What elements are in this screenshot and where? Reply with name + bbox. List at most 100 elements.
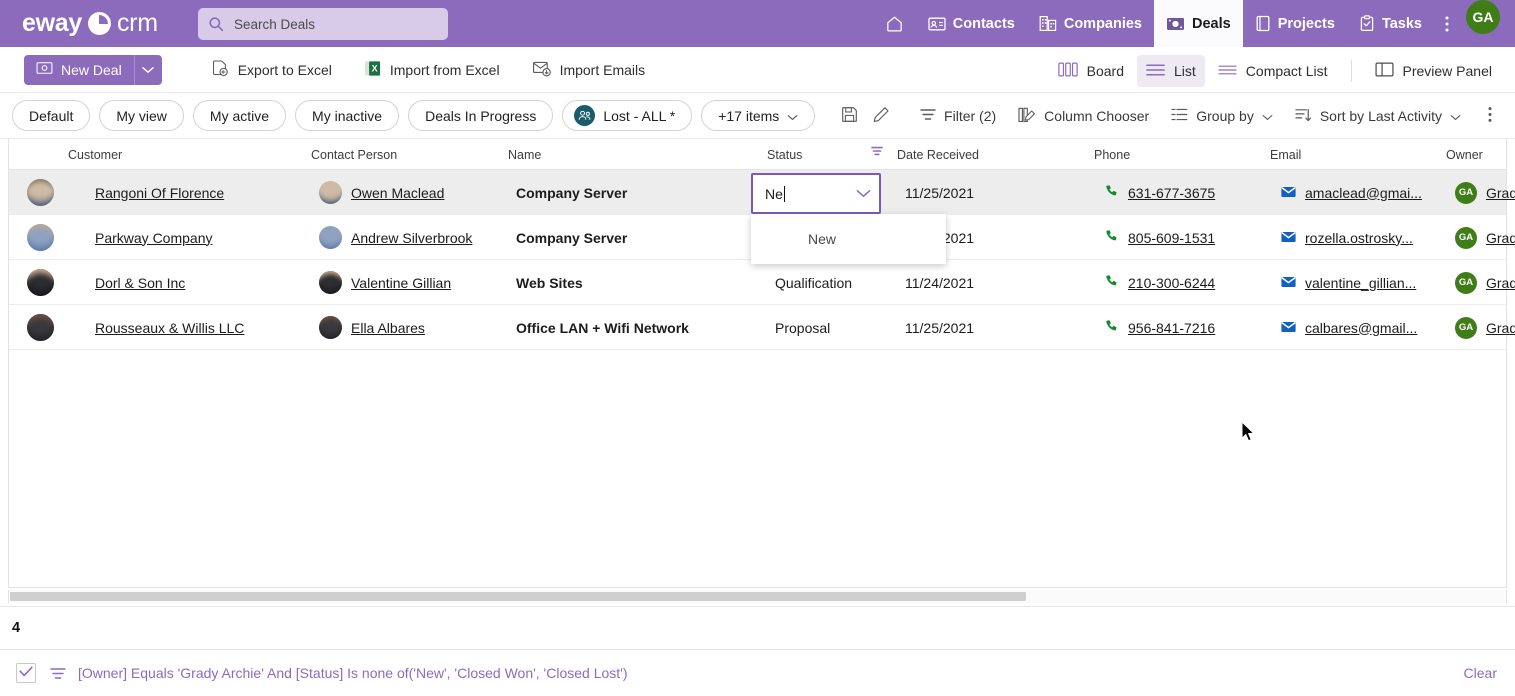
compact-list-icon (1218, 63, 1237, 80)
status-option-new[interactable]: New (751, 214, 946, 264)
column-header-phone[interactable]: Phone (1094, 139, 1130, 170)
new-deal-dropdown-button[interactable] (133, 54, 162, 85)
nav-companies[interactable]: Companies (1027, 0, 1154, 47)
email-link[interactable]: amaclead@gmai... (1305, 185, 1422, 201)
phone-link[interactable]: 805-609-1531 (1128, 230, 1215, 246)
owner-link[interactable]: Grady (1486, 275, 1515, 291)
search-box[interactable] (198, 8, 448, 40)
horizontal-scrollbar[interactable] (8, 590, 1507, 603)
import-emails-button[interactable]: Import Emails (523, 54, 655, 86)
filter-enabled-checkbox[interactable] (16, 663, 36, 683)
phone-link[interactable]: 631-677-3675 (1128, 185, 1215, 201)
edit-view-button[interactable] (866, 101, 896, 131)
cell-customer[interactable]: Rousseaux & Willis LLC (27, 305, 307, 350)
app-logo[interactable]: eway crm (22, 0, 158, 47)
import-from-excel-button[interactable]: X Import from Excel (355, 54, 509, 86)
column-header-customer[interactable]: Customer (68, 139, 122, 170)
view-actions (834, 101, 896, 131)
table-row[interactable]: Rousseaux & Willis LLC Ella Albares Offi… (9, 305, 1515, 350)
owner-link[interactable]: Grady (1486, 230, 1515, 246)
email-link[interactable]: calbares@gmail... (1305, 320, 1417, 336)
kebab-menu-icon[interactable] (1434, 0, 1460, 47)
group-by-button[interactable]: Group by (1163, 101, 1281, 131)
export-to-excel-button[interactable]: Export to Excel (202, 54, 341, 86)
owner-link[interactable]: Grady (1486, 185, 1515, 201)
contact-person-link[interactable]: Valentine Gillian (351, 275, 451, 291)
cell-phone[interactable]: 805-609-1531 (1105, 215, 1270, 260)
chevron-down-icon[interactable] (856, 185, 871, 203)
cell-contact-person[interactable]: Valentine Gillian (319, 260, 509, 305)
status-dropdown-list[interactable]: New (751, 214, 946, 264)
new-deal-button[interactable]: New Deal (24, 54, 134, 85)
cell-email[interactable]: rozella.ostrosky... (1281, 215, 1451, 260)
table-row[interactable]: Dorl & Son Inc Valentine Gillian Web Sit… (9, 260, 1515, 305)
contact-person-link[interactable]: Owen Maclead (351, 185, 444, 201)
nav-projects[interactable]: Projects (1243, 0, 1347, 47)
cell-phone[interactable]: 210-300-6244 (1105, 260, 1270, 305)
customer-link[interactable]: Rousseaux & Willis LLC (95, 320, 244, 336)
contact-person-link[interactable]: Andrew Silverbrook (351, 230, 472, 246)
scrollbar-thumb[interactable] (10, 592, 1026, 601)
clear-filter-button[interactable]: Clear (1464, 665, 1497, 681)
filter-icon[interactable] (50, 667, 66, 680)
cell-email[interactable]: amaclead@gmai... (1281, 170, 1451, 215)
cell-owner[interactable]: GA Grady (1455, 305, 1515, 350)
view-mode-board[interactable]: Board (1049, 55, 1133, 87)
owner-link[interactable]: Grady (1486, 320, 1515, 336)
sort-button[interactable]: Sort by Last Activity (1287, 101, 1469, 131)
view-mode-compact-list[interactable]: Compact List (1209, 55, 1337, 87)
contact-person-link[interactable]: Ella Albares (351, 320, 425, 336)
view-chip-my-active[interactable]: My active (192, 100, 287, 131)
column-header-contact-person[interactable]: Contact Person (311, 139, 397, 170)
email-link[interactable]: rozella.ostrosky... (1305, 230, 1413, 246)
nav-home[interactable] (873, 0, 916, 47)
cell-status[interactable]: Qualification (775, 260, 895, 305)
nav-deals[interactable]: Deals (1154, 0, 1243, 47)
phone-link[interactable]: 956-841-7216 (1128, 320, 1215, 336)
search-input[interactable] (234, 16, 438, 32)
view-mode-compact-list-label: Compact List (1245, 63, 1328, 79)
filter-expression[interactable]: [Owner] Equals 'Grady Archie' And [Statu… (78, 665, 628, 681)
column-header-status[interactable]: Status (767, 139, 802, 170)
nav-contacts[interactable]: Contacts (916, 0, 1027, 47)
view-chip-lost-all[interactable]: Lost - ALL * (562, 100, 693, 131)
cell-phone[interactable]: 956-841-7216 (1105, 305, 1270, 350)
column-chooser-button[interactable]: Column Chooser (1010, 101, 1157, 131)
view-chip-my-view[interactable]: My view (99, 100, 184, 131)
cell-email[interactable]: calbares@gmail... (1281, 305, 1451, 350)
cell-owner[interactable]: GA Grady (1455, 170, 1515, 215)
email-link[interactable]: valentine_gillian... (1305, 275, 1416, 291)
column-header-owner[interactable]: Owner (1446, 139, 1483, 170)
column-header-name[interactable]: Name (508, 139, 541, 170)
user-avatar[interactable]: GA (1466, 0, 1500, 34)
cell-phone[interactable]: 631-677-3675 (1105, 170, 1270, 215)
phone-link[interactable]: 210-300-6244 (1128, 275, 1215, 291)
column-header-email[interactable]: Email (1270, 139, 1301, 170)
cell-email[interactable]: valentine_gillian... (1281, 260, 1451, 305)
cell-contact-person[interactable]: Ella Albares (319, 305, 509, 350)
cell-customer[interactable]: Parkway Company (27, 215, 307, 260)
view-chip-deals-in-progress[interactable]: Deals In Progress (408, 100, 554, 131)
filter-active-icon[interactable] (871, 144, 883, 162)
cell-contact-person[interactable]: Owen Maclead (319, 170, 509, 215)
status-cell-editor[interactable]: Ne (751, 173, 881, 214)
nav-tasks[interactable]: Tasks (1347, 0, 1434, 47)
cell-status[interactable]: Proposal (775, 305, 895, 350)
view-chip-more-items[interactable]: +17 items (701, 100, 816, 131)
cell-owner[interactable]: GA Grady (1455, 260, 1515, 305)
customer-link[interactable]: Rangoni Of Florence (95, 185, 224, 201)
customer-link[interactable]: Parkway Company (95, 230, 213, 246)
cell-contact-person[interactable]: Andrew Silverbrook (319, 215, 509, 260)
save-view-button[interactable] (834, 101, 864, 131)
cell-customer[interactable]: Dorl & Son Inc (27, 260, 307, 305)
grid-more-button[interactable] (1475, 101, 1505, 131)
view-mode-list[interactable]: List (1137, 55, 1205, 87)
column-header-date-received[interactable]: Date Received (897, 139, 979, 170)
customer-link[interactable]: Dorl & Son Inc (95, 275, 185, 291)
view-chip-my-inactive[interactable]: My inactive (295, 100, 400, 131)
cell-customer[interactable]: Rangoni Of Florence (27, 170, 307, 215)
view-chip-default[interactable]: Default (12, 100, 91, 131)
cell-owner[interactable]: GA Grady (1455, 215, 1515, 260)
preview-panel-button[interactable]: Preview Panel (1366, 55, 1502, 87)
filter-button[interactable]: Filter (2) (912, 101, 1004, 131)
